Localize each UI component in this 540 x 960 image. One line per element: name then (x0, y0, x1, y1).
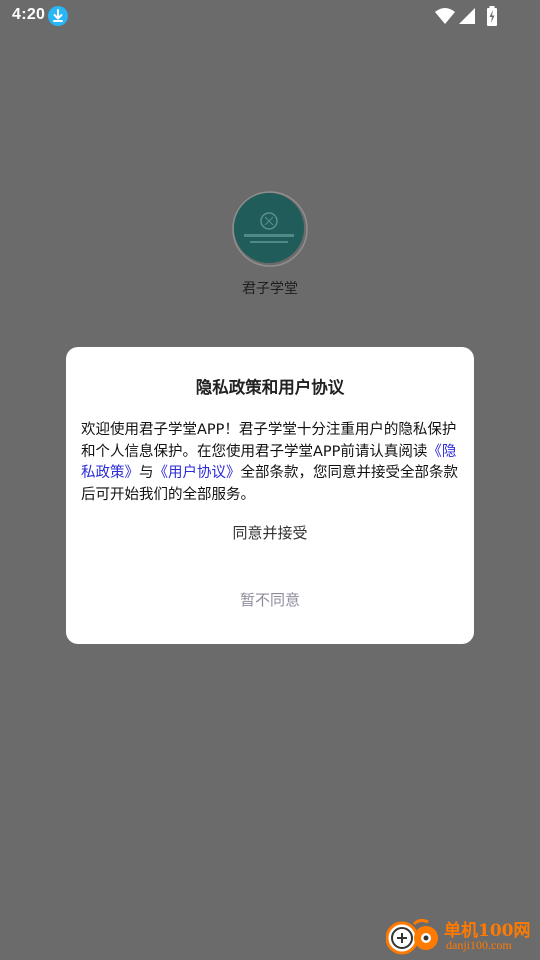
dialog-title: 隐私政策和用户协议 (195, 378, 345, 397)
dialog-body-connector: 与 (139, 465, 154, 481)
battery-charging-icon (487, 6, 497, 26)
agree-button[interactable]: 同意并接受 (66, 515, 474, 551)
watermark: 单机100网 danji100.com (386, 914, 536, 958)
watermark-url: danji100.com (446, 938, 512, 952)
download-icon (48, 6, 68, 26)
dialog-body: 欢迎使用君子学堂APP！君子学堂十分注重用户的隐私保护和个人信息保护。在您使用君… (81, 420, 461, 506)
status-icons (434, 6, 504, 26)
app-name: 君子学堂 (242, 281, 298, 297)
app-logo (232, 191, 308, 267)
signal-icon (459, 8, 475, 24)
dialog-body-intro: 欢迎使用君子学堂APP！君子学堂十分注重用户的隐私保护和个人信息保护。在您使用君… (81, 422, 457, 460)
wifi-icon (435, 8, 455, 24)
disagree-button[interactable]: 暂不同意 (66, 582, 474, 618)
user-agreement-link[interactable]: 《用户协议》 (154, 465, 241, 481)
privacy-dialog: 隐私政策和用户协议 欢迎使用君子学堂APP！君子学堂十分注重用户的隐私保护和个人… (66, 347, 474, 644)
status-bar: 4:20 (0, 0, 540, 32)
watermark-logo-icon (386, 918, 438, 955)
status-time: 4:20 (12, 6, 46, 23)
